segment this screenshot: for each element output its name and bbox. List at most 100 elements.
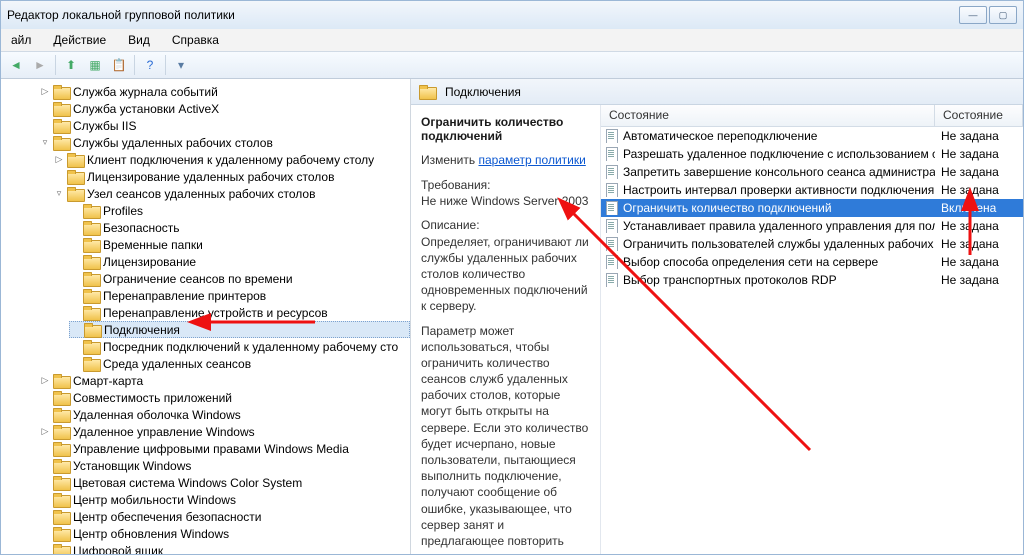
collapse-icon[interactable]: ▿ — [53, 188, 65, 200]
folder-icon — [83, 272, 99, 285]
tree-node[interactable]: Лицензирование удаленных рабочих столов — [53, 168, 410, 185]
policy-name: Ограничить пользователей службы удаленны… — [623, 237, 935, 251]
tree-node[interactable]: ▷ Смарт-карта — [37, 372, 410, 389]
tree-node[interactable]: Установщик Windows — [37, 457, 410, 474]
expand-icon — [39, 120, 51, 132]
menu-view[interactable]: Вид — [122, 31, 156, 49]
expand-icon — [69, 307, 81, 319]
policy-row[interactable]: Устанавливает правила удаленного управле… — [601, 217, 1023, 235]
tree-node[interactable]: Удаленная оболочка Windows — [37, 406, 410, 423]
policy-row[interactable]: Ограничить пользователей службы удаленны… — [601, 235, 1023, 253]
expand-icon[interactable]: ▷ — [39, 86, 51, 98]
policy-row[interactable]: Запретить завершение консольного сеанса … — [601, 163, 1023, 181]
tree-node[interactable]: Управление цифровыми правами Windows Med… — [37, 440, 410, 457]
edit-link-line: Изменить параметр политики — [421, 153, 590, 167]
back-button[interactable]: ◄ — [5, 54, 27, 76]
tree-node[interactable]: Среда удаленных сеансов — [69, 355, 410, 372]
maximize-button[interactable]: ▢ — [989, 6, 1017, 24]
tree-node[interactable]: ▿Узел сеансов удаленных рабочих столов — [53, 185, 410, 202]
up-button[interactable]: ⬆ — [60, 54, 82, 76]
folder-icon — [53, 102, 69, 115]
requirements-value: Не ниже Windows Server 2003 — [421, 194, 588, 208]
tree-pane[interactable]: ▷ Служба журнала событий Служба установки … — [1, 79, 411, 554]
help-button[interactable]: ? — [139, 54, 161, 76]
tree-node-label: Управление цифровыми правами Windows Med… — [73, 442, 349, 456]
tree-node-label: Служба журнала событий — [73, 85, 218, 99]
tree-node[interactable]: Временные папки — [69, 236, 410, 253]
tree-node[interactable]: Перенаправление устройств и ресурсов — [69, 304, 410, 321]
main-body: ▷ Служба журнала событий Служба установки … — [1, 79, 1023, 554]
minimize-button[interactable]: — — [959, 6, 987, 24]
folder-icon — [53, 374, 69, 387]
tree-node[interactable]: ▷Клиент подключения к удаленному рабочем… — [53, 151, 410, 168]
policy-row[interactable]: Выбор способа определения сети на сервер… — [601, 253, 1023, 271]
policy-row[interactable]: Настроить интервал проверки активности п… — [601, 181, 1023, 199]
tree-node[interactable]: Центр обеспечения безопасности — [37, 508, 410, 525]
tree-node[interactable]: ▿Службы удаленных рабочих столов — [37, 134, 410, 151]
expand-icon[interactable]: ▷ — [39, 375, 51, 387]
policy-state: Не задана — [935, 237, 1023, 251]
description-label: Описание: — [421, 218, 480, 232]
tree-node-label: Центр обновления Windows — [73, 527, 229, 541]
menu-action[interactable]: Действие — [47, 31, 112, 49]
tree-node[interactable]: Совместимость приложений — [37, 389, 410, 406]
folder-icon — [67, 153, 83, 166]
detail-pane: Ограничить количество подключений Измени… — [411, 105, 601, 554]
folder-icon — [83, 289, 99, 302]
folder-icon — [53, 527, 69, 540]
tree-node[interactable]: Profiles — [69, 202, 410, 219]
tree-node[interactable]: ▷ Служба журнала событий — [37, 83, 410, 100]
col-header-name[interactable]: Состояние — [601, 105, 935, 126]
expand-icon[interactable]: ▿ — [39, 137, 51, 149]
tree-node[interactable]: Подключения — [69, 321, 410, 338]
show-hide-button[interactable]: ▦ — [84, 54, 106, 76]
policy-row[interactable]: Ограничить количество подключенийВключен… — [601, 199, 1023, 217]
window-controls: — ▢ — [959, 6, 1017, 24]
col-header-state[interactable]: Состояние — [935, 105, 1023, 126]
expand-icon[interactable]: ▷ — [39, 426, 51, 438]
export-button[interactable]: 📋 — [108, 54, 130, 76]
policy-icon — [605, 183, 619, 197]
menu-help[interactable]: Справка — [166, 31, 225, 49]
expand-icon — [39, 409, 51, 421]
tree-node-label: Подключения — [104, 323, 180, 337]
folder-icon — [53, 510, 69, 523]
tree-node[interactable]: Лицензирование — [69, 253, 410, 270]
tree-node[interactable]: Центр мобильности Windows — [37, 491, 410, 508]
folder-icon — [83, 221, 99, 234]
grid-rows[interactable]: Автоматическое переподключениеНе задана Р… — [601, 127, 1023, 554]
expand-icon[interactable]: ▷ — [53, 154, 65, 166]
forward-button[interactable]: ► — [29, 54, 51, 76]
expand-icon — [69, 358, 81, 370]
tree-node[interactable]: Цифровой ящик — [37, 542, 410, 554]
policy-icon — [605, 219, 619, 233]
tree-node[interactable]: Службы IIS — [37, 117, 410, 134]
tree-node-label: Перенаправление устройств и ресурсов — [103, 306, 328, 320]
tree-node-label: Смарт-карта — [73, 374, 143, 388]
tree-node[interactable]: Служба установки ActiveX — [37, 100, 410, 117]
tree-node[interactable]: Цветовая система Windows Color System — [37, 474, 410, 491]
tree-node[interactable]: Безопасность — [69, 219, 410, 236]
menu-file[interactable]: айл — [5, 31, 37, 49]
tree-node[interactable]: Ограничение сеансов по времени — [69, 270, 410, 287]
policy-row[interactable]: Разрешать удаленное подключение с исполь… — [601, 145, 1023, 163]
policy-name: Ограничить количество подключений — [623, 201, 832, 215]
policy-state: Не задана — [935, 165, 1023, 179]
expand-icon — [39, 477, 51, 489]
tree-node[interactable]: ▷Удаленное управление Windows — [37, 423, 410, 440]
policy-state: Не задана — [935, 129, 1023, 143]
folder-icon — [83, 204, 99, 217]
folder-icon — [53, 425, 69, 438]
tree-node[interactable]: Центр обновления Windows — [37, 525, 410, 542]
filter-button[interactable]: ▾ — [170, 54, 192, 76]
tree-node[interactable]: Перенаправление принтеров — [69, 287, 410, 304]
tree-node-label: Службы IIS — [73, 119, 136, 133]
policy-name: Устанавливает правила удаленного управле… — [623, 219, 935, 233]
edit-policy-link[interactable]: параметр политики — [478, 153, 585, 167]
tree-node-label: Служба установки ActiveX — [73, 102, 219, 116]
policy-row[interactable]: Автоматическое переподключениеНе задана — [601, 127, 1023, 145]
policy-row[interactable]: Выбор транспортных протоколов RDPНе зада… — [601, 271, 1023, 289]
policy-name: Разрешать удаленное подключение с исполь… — [623, 147, 935, 161]
tree-node-label: Совместимость приложений — [73, 391, 232, 405]
tree-node[interactable]: Посредник подключений к удаленному рабоч… — [69, 338, 410, 355]
